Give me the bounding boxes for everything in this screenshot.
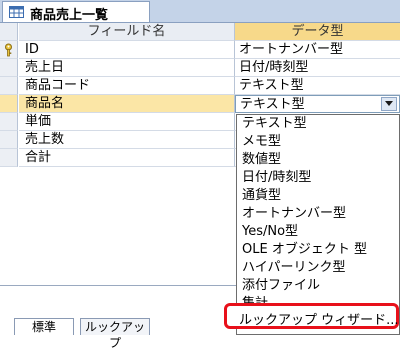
option-autonumber[interactable]: オートナンバー型 [242,205,346,223]
data-type-value: テキスト型 [240,97,305,112]
option-lookup-wizard-highlight[interactable]: ルックアップ ウィザード... [224,303,399,329]
table-row[interactable]: 売上日 日付/時刻型 [0,59,400,77]
field-name-header: フィールド名 [19,23,235,41]
row-selector[interactable] [0,149,18,167]
table-row-current[interactable]: 商品名 テキスト型 [0,95,400,113]
row-selector[interactable] [0,41,18,59]
table-row[interactable]: ID オートナンバー型 [0,41,400,59]
table-row[interactable]: 商品コード テキスト型 [0,77,400,95]
table-tab-title: 商品売上一覧 [30,8,109,23]
dropdown-button[interactable] [381,97,397,111]
field-properties-divider [0,285,236,286]
table-tab[interactable]: 商品売上一覧 [2,1,150,23]
header-row-selector [0,23,18,41]
data-type-combobox[interactable]: テキスト型 [235,95,400,113]
option-ole-object[interactable]: OLE オブジェクト 型 [242,241,367,259]
chevron-down-icon [385,101,393,106]
row-selector[interactable] [0,113,18,131]
tab-general[interactable]: 標準 [14,318,74,335]
option-yes-no[interactable]: Yes/No型 [242,223,298,241]
table-icon [9,6,24,18]
option-currency[interactable]: 通貨型 [242,187,281,205]
option-memo[interactable]: メモ型 [242,133,281,151]
field-name-cell[interactable]: 商品名 [19,95,235,113]
data-type-header: データ型 [235,23,400,41]
row-selector[interactable] [0,131,18,149]
field-name-cell[interactable]: ID [19,41,235,59]
row-selector[interactable] [0,59,18,77]
data-type-cell[interactable]: 日付/時刻型 [235,59,400,77]
option-text[interactable]: テキスト型 [242,115,307,133]
data-type-cell[interactable]: テキスト型 [235,77,400,95]
option-hyperlink[interactable]: ハイパーリンク型 [242,259,345,277]
grid-header: フィールド名 データ型 [0,23,400,41]
row-selector[interactable] [0,77,18,95]
option-date-time[interactable]: 日付/時刻型 [242,169,311,187]
data-type-cell[interactable]: オートナンバー型 [235,41,400,59]
option-lookup-wizard: ルックアップ ウィザード... [239,313,399,328]
field-name-cell[interactable]: 売上数 [19,131,235,149]
field-name-cell[interactable]: 商品コード [19,77,235,95]
tab-lookup[interactable]: ルックアップ [80,318,150,350]
row-selector[interactable] [0,95,18,113]
field-name-cell[interactable]: 単価 [19,113,235,131]
field-name-cell[interactable]: 売上日 [19,59,235,77]
object-tab-bar: 商品売上一覧 [0,0,400,23]
data-type-dropdown-list: テキスト型 メモ型 数値型 日付/時刻型 通貨型 オートナンバー型 Yes/No… [236,114,400,335]
field-name-cell[interactable]: 合計 [19,149,235,167]
primary-key-icon [5,43,12,57]
option-attachment[interactable]: 添付ファイル [242,277,320,295]
option-number[interactable]: 数値型 [242,151,281,169]
